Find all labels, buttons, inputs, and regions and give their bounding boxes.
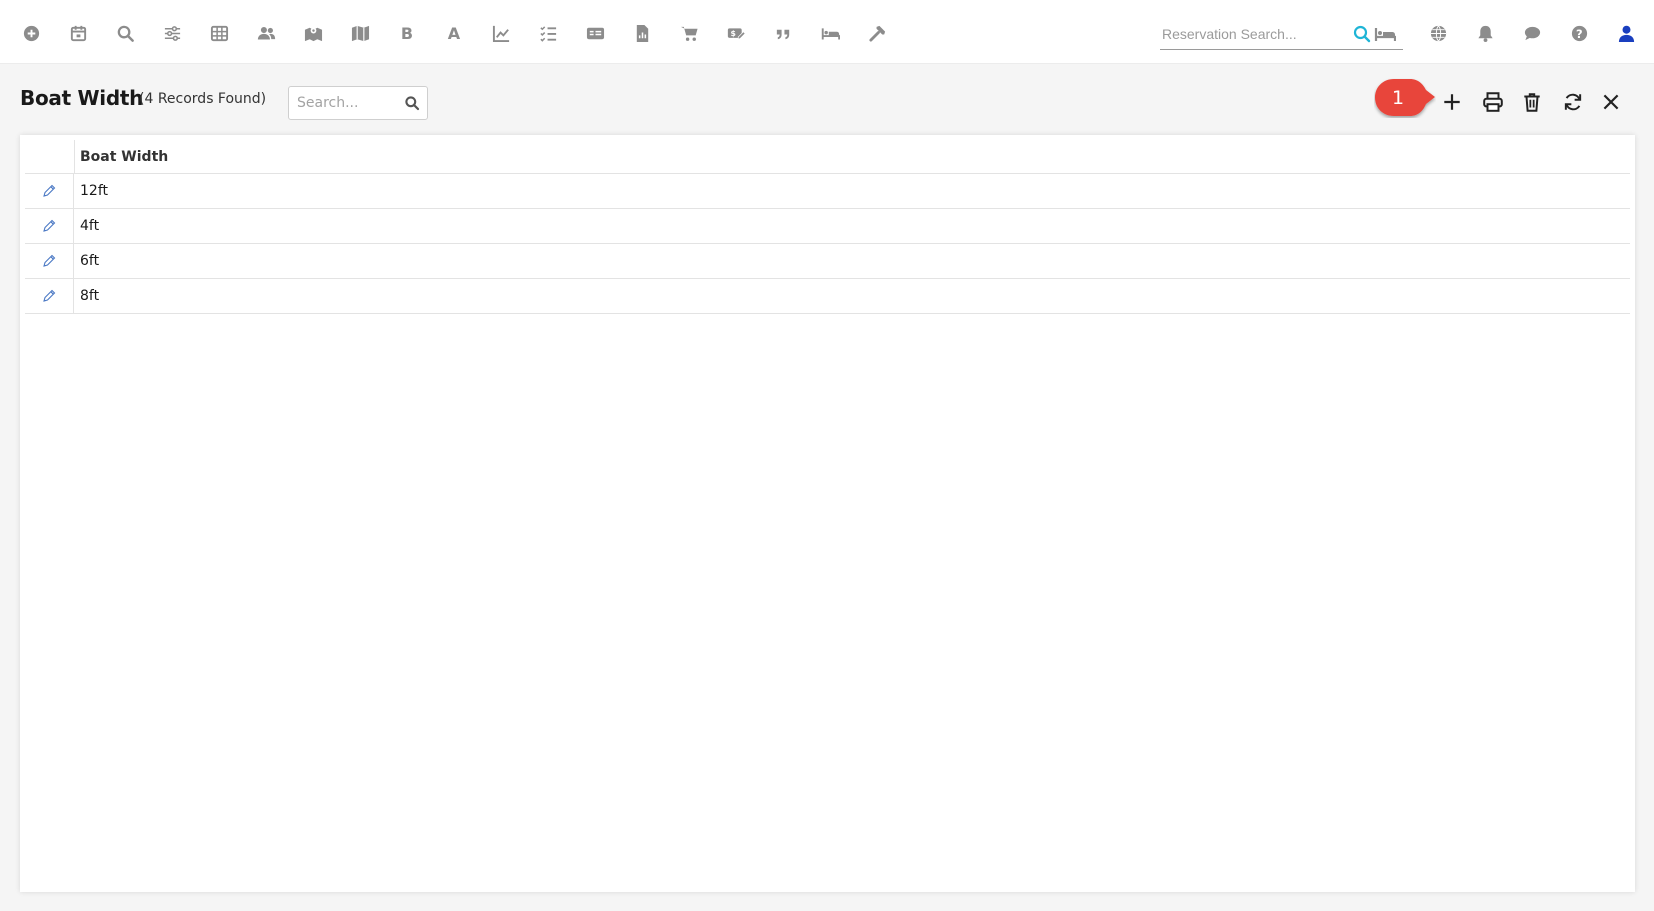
payment-icon[interactable]: $ <box>723 20 749 46</box>
search-icon[interactable] <box>1352 24 1372 44</box>
delete-icon <box>1524 93 1540 112</box>
bold-b-letter: B <box>400 23 414 43</box>
report-icon[interactable] <box>629 20 655 46</box>
checklist-icon[interactable] <box>535 20 561 46</box>
help-icon[interactable]: ? <box>1566 20 1592 46</box>
edit-button[interactable] <box>25 209 74 243</box>
table-row[interactable]: 6ft <box>25 244 1630 279</box>
pencil-icon <box>43 184 56 197</box>
svg-text:?: ? <box>1575 26 1582 40</box>
grid-search <box>288 86 428 120</box>
column-header-boat-width[interactable]: Boat Width <box>80 149 168 165</box>
bold-b-icon[interactable]: B <box>394 20 420 46</box>
letter-a: A <box>447 23 461 43</box>
grid-panel: Boat Width 12ft 4ft 6ft 8ft <box>20 135 1635 892</box>
svg-text:$: $ <box>730 29 735 38</box>
edit-button[interactable] <box>25 279 74 313</box>
boat-width-cell: 8ft <box>80 288 100 304</box>
globe-icon[interactable] <box>1425 20 1451 46</box>
table-icon[interactable] <box>206 20 232 46</box>
column-separator <box>74 140 75 174</box>
reservation-search-input[interactable] <box>1160 20 1350 48</box>
print-icon <box>1483 92 1503 112</box>
bed-icon[interactable] <box>1374 24 1397 44</box>
users-icon[interactable] <box>253 20 279 46</box>
filters-icon[interactable] <box>159 20 185 46</box>
record-count: (4 Records Found) <box>139 91 267 107</box>
search-icon[interactable] <box>112 20 138 46</box>
data-grid: Boat Width 12ft 4ft 6ft 8ft <box>25 140 1630 314</box>
add-icon <box>1444 94 1460 110</box>
step-callout: 1 <box>1374 78 1436 118</box>
quote-icon[interactable] <box>770 20 796 46</box>
close-button[interactable] <box>1596 87 1626 117</box>
delete-button[interactable] <box>1517 87 1547 117</box>
grid-header: Boat Width <box>25 140 1630 174</box>
callout-number: 1 <box>1391 87 1405 109</box>
pencil-icon <box>43 219 56 232</box>
map-marker-icon[interactable] <box>300 20 326 46</box>
boat-width-cell: 12ft <box>80 183 108 199</box>
line-chart-icon[interactable] <box>488 20 514 46</box>
table-row[interactable]: 12ft <box>25 174 1630 209</box>
add-button[interactable] <box>1437 87 1467 117</box>
letter-a-icon[interactable]: A <box>441 20 467 46</box>
card-icon[interactable] <box>582 20 608 46</box>
add-circle-icon[interactable] <box>18 20 44 46</box>
table-row[interactable]: 4ft <box>25 209 1630 244</box>
refresh-icon <box>1564 93 1582 111</box>
calendar-icon[interactable] <box>65 20 91 46</box>
refresh-button[interactable] <box>1558 87 1588 117</box>
close-icon <box>1603 94 1619 110</box>
top-toolbar: B A $ Reservation Search... ? <box>0 0 1654 64</box>
edit-button[interactable] <box>25 244 74 278</box>
bed-icon[interactable] <box>817 20 843 46</box>
print-button[interactable] <box>1478 87 1508 117</box>
pencil-icon <box>43 254 56 267</box>
table-row[interactable]: 8ft <box>25 279 1630 314</box>
pencil-icon <box>43 289 56 302</box>
edit-button[interactable] <box>25 174 74 208</box>
grid-search-input[interactable] <box>289 87 394 119</box>
chat-icon[interactable] <box>1519 20 1545 46</box>
tools-icon[interactable] <box>864 20 890 46</box>
bell-icon[interactable] <box>1472 20 1498 46</box>
boat-width-cell: 4ft <box>80 218 100 234</box>
user-icon[interactable] <box>1613 20 1639 46</box>
search-icon[interactable] <box>404 95 420 111</box>
page-title: Boat Width <box>20 86 144 110</box>
map-icon[interactable] <box>347 20 373 46</box>
boat-width-cell: 6ft <box>80 253 100 269</box>
reservation-search <box>1160 20 1403 50</box>
cart-icon[interactable] <box>676 20 702 46</box>
